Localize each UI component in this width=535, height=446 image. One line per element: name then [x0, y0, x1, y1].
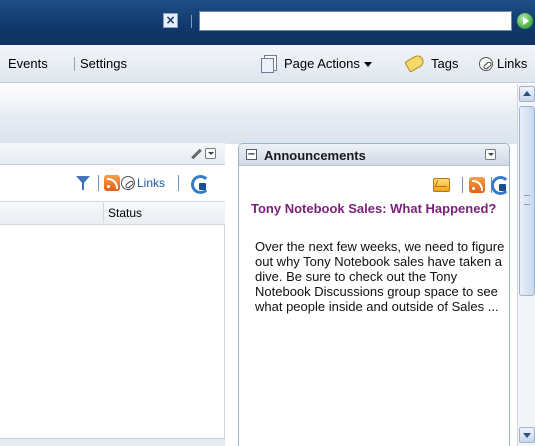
- page-actions-icon: [261, 54, 277, 73]
- close-icon[interactable]: ×: [163, 13, 178, 28]
- links-icon: [121, 176, 135, 190]
- announcement-body: Over the next few weeks, we need to figu…: [255, 239, 505, 314]
- refresh-icon[interactable]: [190, 174, 210, 194]
- portlet-title: Announcements: [264, 148, 366, 163]
- go-icon[interactable]: [517, 13, 533, 29]
- horizontal-scrollbar[interactable]: [0, 438, 225, 446]
- collapse-toggle[interactable]: −: [246, 149, 257, 160]
- tag-icon: [404, 53, 426, 73]
- announcement-title[interactable]: Tony Notebook Sales: What Happened?: [251, 201, 501, 217]
- page-actions-label: Page Actions: [284, 56, 360, 71]
- page-actions-menu[interactable]: Page Actions: [284, 56, 372, 71]
- links-link[interactable]: Links: [497, 56, 527, 71]
- navigation-bar: Events Settings Page Actions Tags Links: [0, 45, 535, 83]
- refresh-icon[interactable]: [490, 175, 510, 195]
- column-divider: [103, 203, 104, 223]
- rss-icon[interactable]: [469, 177, 485, 193]
- nav-item-events[interactable]: Events: [8, 56, 48, 71]
- toolbar-divider: [462, 177, 463, 193]
- nav-divider: [74, 57, 75, 71]
- scroll-down-button[interactable]: [519, 427, 535, 443]
- edit-icon[interactable]: [190, 148, 202, 160]
- left-portlet-toolbar: Links: [0, 165, 225, 201]
- links-icon: [479, 57, 493, 71]
- announcements-portlet: − Announcements Tony Notebook Sales: Wha…: [238, 143, 510, 446]
- vertical-scrollbar[interactable]: [517, 84, 535, 446]
- nav-item-settings[interactable]: Settings: [80, 56, 127, 71]
- tags-link[interactable]: Tags: [431, 56, 458, 71]
- new-announcement-icon[interactable]: [433, 178, 450, 192]
- links-link[interactable]: Links: [137, 176, 165, 190]
- scroll-thumb[interactable]: [519, 106, 535, 296]
- minimize-icon[interactable]: [205, 148, 216, 159]
- separator: [191, 15, 192, 28]
- announcements-header: − Announcements: [239, 144, 509, 166]
- rss-icon[interactable]: [104, 175, 120, 191]
- scroll-up-button[interactable]: [519, 86, 535, 102]
- toolbar-divider: [98, 175, 99, 191]
- minimize-icon[interactable]: [485, 149, 496, 160]
- chevron-down-icon: [363, 62, 372, 68]
- top-banner: ×: [0, 0, 535, 45]
- left-portlet-header: [0, 143, 225, 165]
- search-input[interactable]: [199, 11, 512, 31]
- column-header-status[interactable]: Status: [108, 206, 142, 220]
- filter-icon[interactable]: [76, 176, 90, 190]
- toolbar-divider: [178, 175, 179, 191]
- page-banner: [0, 84, 517, 144]
- left-portlet-body: [0, 225, 225, 446]
